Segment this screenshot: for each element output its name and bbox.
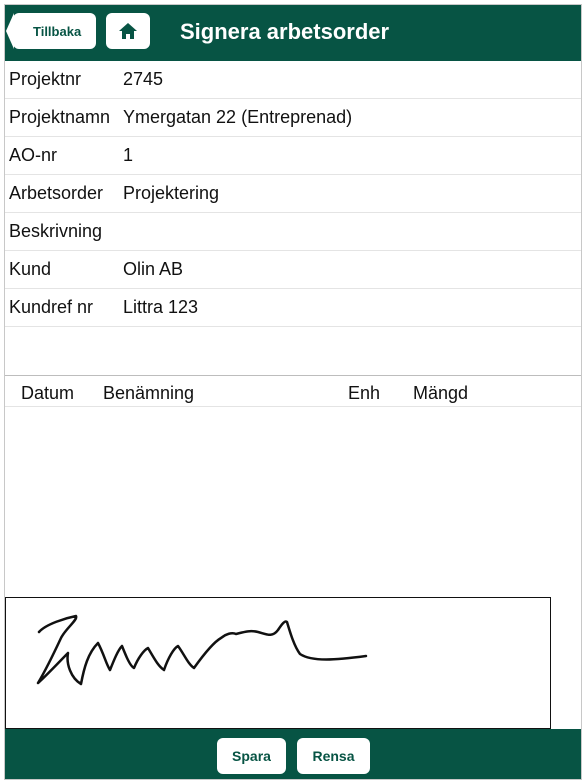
table-header: Datum Benämning Enh Mängd [5,379,581,407]
header-bar: Tillbaka Signera arbetsorder [5,5,581,61]
info-row-projektnamn: Projektnamn Ymergatan 22 (Entreprenad) [5,99,581,137]
info-value: Projektering [123,183,220,203]
column-header-mangd: Mängd [413,383,469,403]
app-container: Tillbaka Signera arbetsorder Projektnr 2… [4,4,582,780]
column-header-benamning: Benämning [103,383,195,403]
info-row-projektnr: Projektnr 2745 [5,61,581,99]
info-label: Kund [9,259,52,279]
info-row-kundref: Kundref nr Littra 123 [5,289,581,327]
signature-pad[interactable] [5,597,551,729]
back-button[interactable]: Tillbaka [6,13,96,49]
info-label: Beskrivning [9,221,103,241]
info-label: Projektnr [9,69,82,89]
back-button-label: Tillbaka [33,24,82,39]
info-row-arbetsorder: Arbetsorder Projektering [5,175,581,213]
save-button[interactable]: Spara [217,738,286,774]
info-value: Littra 123 [123,297,199,317]
section-divider [5,327,581,376]
info-label: Projektnamn [9,107,111,127]
table-body [5,407,581,597]
page-title: Signera arbetsorder [180,19,390,44]
work-order-info: Projektnr 2745 Projektnamn Ymergatan 22 … [5,61,581,376]
info-row-ao-nr: AO-nr 1 [5,137,581,175]
column-header-datum: Datum [21,383,75,403]
signature-stroke [36,614,368,686]
info-label: AO-nr [9,145,58,165]
info-value: 1 [123,145,134,165]
clear-button[interactable]: Rensa [297,738,370,774]
info-label: Kundref nr [9,297,94,317]
footer-bar: Spara Rensa [5,729,581,779]
column-header-enh: Enh [348,383,381,403]
home-icon [119,23,137,39]
home-button[interactable] [106,13,150,49]
info-value: Olin AB [123,259,184,279]
info-row-beskrivning: Beskrivning [5,213,581,251]
info-label: Arbetsorder [9,183,104,203]
info-row-kund: Kund Olin AB [5,251,581,289]
info-value: 2745 [123,69,164,89]
info-value: Ymergatan 22 (Entreprenad) [123,107,353,127]
